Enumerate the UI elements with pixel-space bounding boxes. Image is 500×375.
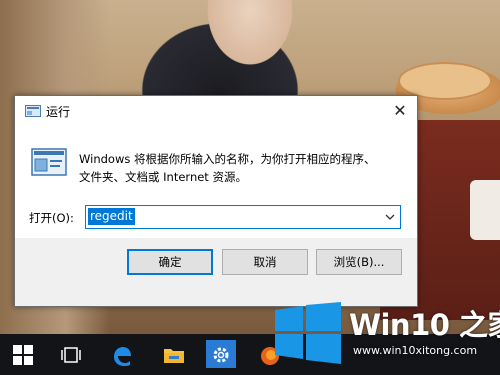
watermark-brand: Win10 之家	[349, 308, 500, 342]
watermark-url: www.win10xitong.com	[353, 344, 478, 357]
settings-button[interactable]	[198, 334, 244, 375]
cancel-button[interactable]: 取消	[222, 249, 308, 275]
open-label: 打开(O):	[29, 211, 74, 225]
file-explorer-button[interactable]	[150, 334, 196, 375]
folder-icon	[164, 349, 184, 363]
edge-browser-icon	[114, 347, 131, 366]
browse-button[interactable]: 浏览(B)...	[316, 249, 402, 275]
dialog-description: Windows 将根据你所输入的名称，为你打开相应的程序、 文件夹、文档或 In…	[79, 150, 409, 186]
windows-start-icon	[13, 345, 33, 365]
ok-button[interactable]: 确定	[127, 249, 213, 275]
watermark: Win10 之家 www.win10xitong.com	[265, 294, 500, 375]
open-input-value[interactable]: regedit	[88, 208, 135, 225]
task-view-button[interactable]	[48, 334, 94, 375]
chevron-down-icon[interactable]	[383, 209, 397, 224]
close-icon: ✕	[393, 101, 407, 120]
open-combobox[interactable]: regedit	[85, 205, 401, 229]
description-line-2: 文件夹、文档或 Internet 资源。	[79, 170, 247, 184]
start-button[interactable]	[0, 334, 46, 375]
edge-button[interactable]	[98, 334, 144, 375]
run-large-icon	[31, 148, 67, 176]
title-bar[interactable]: 运行 ✕	[15, 96, 417, 126]
dialog-title: 运行	[46, 105, 71, 119]
wallpaper-cup	[470, 180, 500, 240]
windows-logo-icon	[275, 302, 341, 364]
task-view-icon	[61, 347, 81, 363]
close-button[interactable]: ✕	[383, 96, 417, 126]
run-app-icon	[25, 105, 41, 117]
gear-icon	[213, 347, 229, 363]
run-dialog: 运行 ✕ Windows 将根据你所输入的名称，为你打开相应的程序、 文件夹、文…	[14, 95, 418, 307]
description-line-1: Windows 将根据你所输入的名称，为你打开相应的程序、	[79, 152, 376, 166]
